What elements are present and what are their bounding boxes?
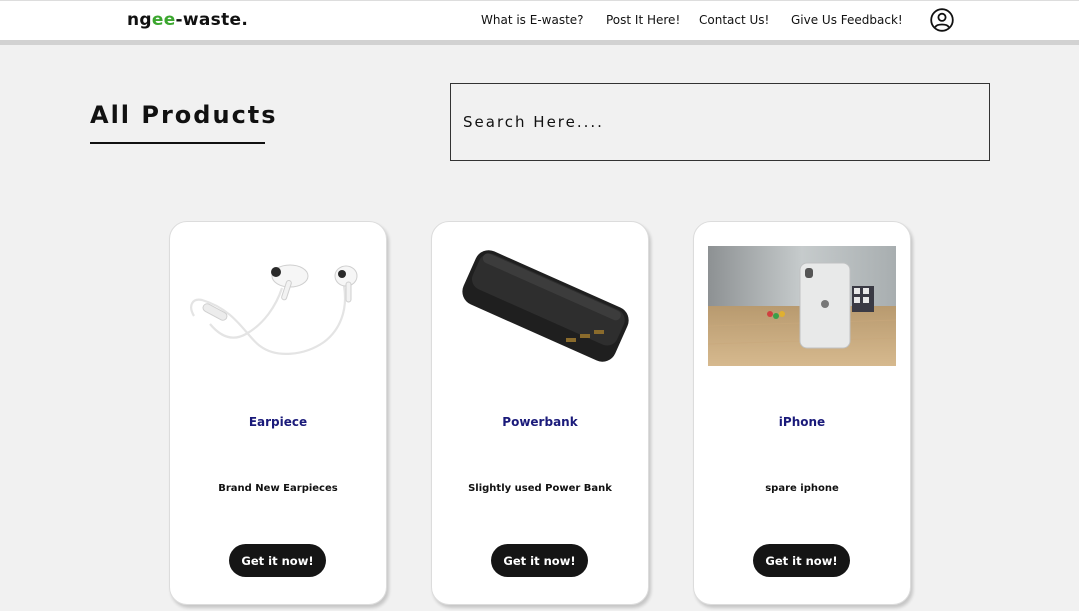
nav-link-contact-us[interactable]: Contact Us! [699,13,769,27]
get-it-now-button[interactable]: Get it now! [491,544,588,577]
product-description: Brand New Earpieces [218,483,338,494]
iphone-photo [708,246,896,366]
get-it-now-button[interactable]: Get it now! [753,544,850,577]
product-card-iphone: iPhone spare iphone Get it now! [693,221,911,605]
page-title: All Products [90,101,278,129]
logo-suffix: -waste. [175,10,249,30]
search-input[interactable] [450,83,990,161]
title-underline [90,142,265,144]
product-name: Powerbank [502,415,578,429]
product-description: Slightly used Power Bank [468,483,612,494]
site-logo[interactable]: ngee-waste. [127,10,248,30]
nav-link-what-is-e-waste[interactable]: What is E-waste? [481,13,584,27]
product-card-powerbank: Powerbank Slightly used Power Bank Get i… [431,221,649,605]
logo-prefix: ng [127,10,152,30]
product-description: spare iphone [765,483,839,494]
nav-link-give-feedback[interactable]: Give Us Feedback! [791,13,903,27]
get-it-now-button[interactable]: Get it now! [229,544,326,577]
product-card-earpiece: Earpiece Brand New Earpieces Get it now! [169,221,387,605]
logo-highlight: ee [151,10,176,30]
product-name: Earpiece [248,415,308,429]
nav-link-post-it-here[interactable]: Post It Here! [606,13,680,27]
powerbank-image [446,246,634,366]
product-name: iPhone [778,415,826,429]
earphones-image [184,246,372,366]
top-navbar: ngee-waste. What is E-waste? Post It Her… [0,0,1079,45]
user-circle-icon[interactable] [930,8,954,32]
